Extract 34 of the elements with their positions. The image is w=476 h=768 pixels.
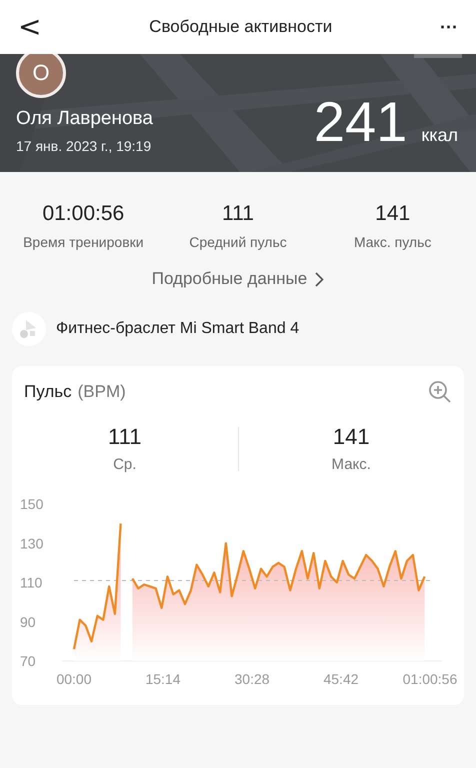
stat-value: 141: [375, 202, 410, 226]
user-name: Оля Лавренова: [16, 108, 153, 130]
details-link[interactable]: Подробные данные: [146, 268, 330, 290]
stat-label: Средний пульс: [189, 234, 287, 250]
stat-value: 01:00:56: [42, 202, 124, 226]
workout-date: 17 янв. 2023 г., 19:19: [16, 138, 152, 154]
page-title: Свободные активности: [149, 17, 332, 37]
x-tick-label: 15:14: [145, 671, 180, 687]
calories-unit: ккал: [421, 125, 458, 146]
y-tick-label: 110: [20, 574, 42, 590]
stat-label: Время тренировки: [23, 234, 144, 250]
zoom-in-icon[interactable]: [428, 380, 452, 404]
calories-value: 241: [314, 89, 408, 154]
y-tick-label: 150: [20, 496, 44, 512]
summary-label: Ср.: [113, 456, 136, 473]
summary-value: 141: [332, 424, 370, 450]
stat-label: Макс. пульс: [354, 234, 432, 250]
back-button[interactable]: <: [18, 13, 42, 41]
unit-label: (BPM): [78, 382, 126, 402]
x-tick-label: 01:00:56: [402, 671, 458, 687]
summary-value: 111: [108, 424, 142, 450]
y-tick-label: 130: [20, 535, 44, 552]
card-title: Пульс: [24, 382, 72, 402]
more-button[interactable]: ···: [440, 16, 458, 38]
summary-label: Макс.: [332, 456, 371, 473]
x-tick-label: 30:28: [234, 671, 270, 687]
y-tick-label: 90: [20, 614, 36, 630]
stat-value: 111: [222, 202, 254, 226]
device-icon: [12, 312, 46, 346]
device-name: Фитнес-браслет Mi Smart Band 4: [56, 320, 300, 338]
x-tick-label: 00:00: [56, 671, 92, 687]
y-tick-label: 70: [20, 653, 36, 669]
x-tick-label: 45:42: [324, 671, 359, 687]
chevron-icon: [315, 272, 324, 286]
